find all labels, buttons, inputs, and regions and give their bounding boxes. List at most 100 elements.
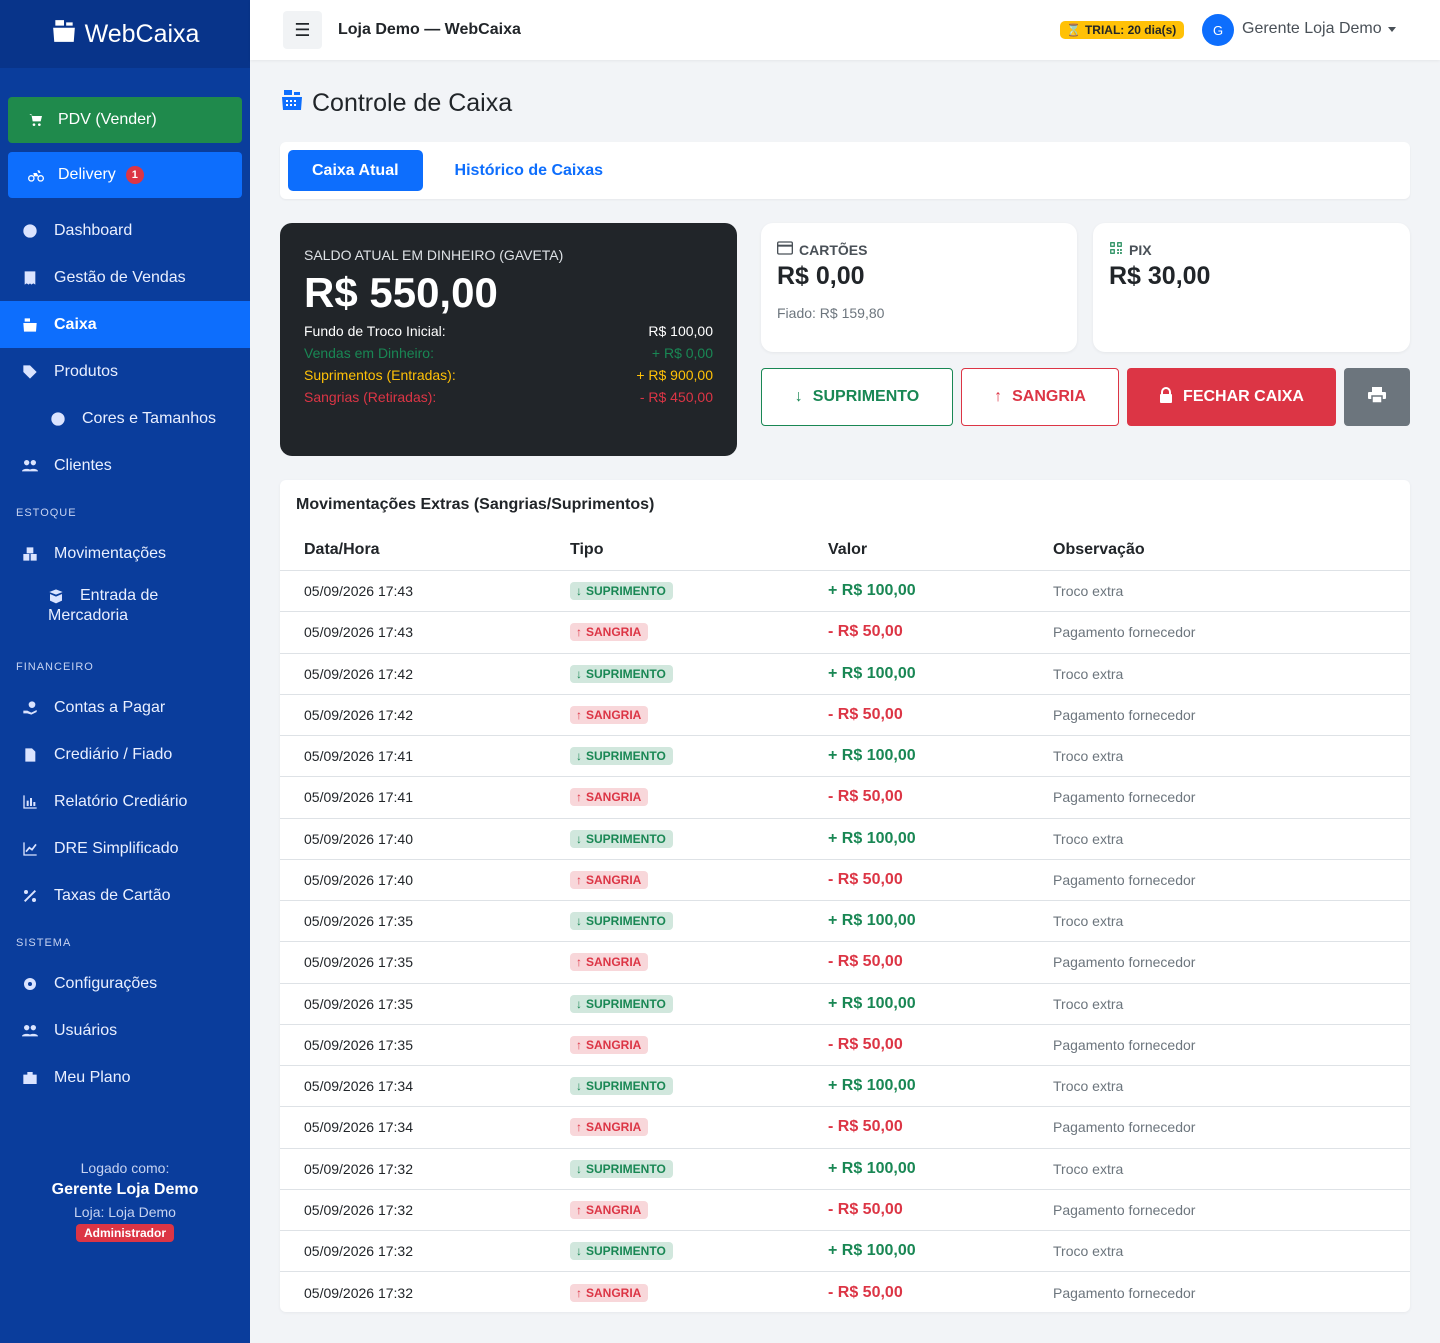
sidebar-item-clients[interactable]: Clientes (0, 442, 250, 489)
summary-row-value: - R$ 450,00 (639, 389, 713, 405)
summary-row-label: Suprimentos (Entradas): (304, 367, 456, 383)
avatar[interactable]: G (1202, 14, 1234, 46)
summary-row-fundo: Fundo de Troco Inicial: R$ 100,00 (304, 323, 713, 339)
cell-note: Troco extra (1053, 913, 1124, 930)
arrow-down-icon: ↓ (576, 1161, 582, 1176)
tab-caixa-atual[interactable]: Caixa Atual (288, 150, 423, 191)
receipt-icon (22, 270, 38, 286)
cell-type: ↑ SANGRIA (570, 1283, 828, 1302)
sidebar-item-settings[interactable]: Configurações (0, 960, 250, 1007)
motorcycle-icon (28, 167, 44, 183)
pdv-button[interactable]: PDV (Vender) (8, 97, 242, 143)
type-badge-label: SUPRIMENTO (586, 1244, 666, 1259)
summary-row-label: Fundo de Troco Inicial: (304, 323, 446, 339)
cell-value: - R$ 50,00 (828, 1118, 1053, 1136)
cards-label: CARTÕES (799, 241, 868, 258)
type-badge-label: SUPRIMENTO (586, 666, 666, 681)
movements-table-title: Movimentações Extras (Sangrias/Supriment… (296, 496, 655, 513)
sidebar-item-credit[interactable]: Crediário / Fiado (0, 731, 250, 778)
table-header: Data/Hora Tipo Valor Observação (280, 530, 1410, 571)
sidebar-item-movements[interactable]: Movimentações (0, 530, 250, 577)
value-text: - R$ 50,00 (828, 623, 903, 641)
trial-badge: ⌛ TRIAL: 20 dia(s) (1060, 21, 1185, 39)
sidebar-item-dre[interactable]: DRE Simplificado (0, 825, 250, 872)
cell-datetime: 05/09/2026 17:34 (304, 1078, 413, 1095)
col-header-note: Observação (1053, 541, 1145, 558)
type-badge: ↑ SANGRIA (570, 953, 649, 972)
movements-table-card: Movimentações Extras (Sangrias/Supriment… (280, 480, 1410, 1312)
cell-type: ↑ SANGRIA (570, 623, 828, 642)
sidebar-item-label: Dashboard (54, 221, 133, 239)
type-badge: ↓ SUPRIMENTO (570, 664, 673, 683)
brand[interactable]: WebCaixa (0, 0, 250, 68)
table-row: 05/09/2026 17:42 ↑ SANGRIA - R$ 50,00 Pagame… (280, 695, 1410, 736)
lock-icon (1159, 386, 1173, 408)
arrow-up-icon: ↑ (576, 1120, 582, 1135)
table-row: 05/09/2026 17:32 ↓ SUPRIMENTO + R$ 100,00 Tr… (280, 1231, 1410, 1273)
print-button[interactable] (1344, 368, 1410, 426)
user-menu-dropdown[interactable]: Gerente Loja Demo (1242, 20, 1396, 38)
sidebar-item-caixa[interactable]: Caixa (0, 301, 250, 348)
cell-value: - R$ 50,00 (828, 953, 1053, 971)
sidebar-item-sales[interactable]: Gestão de Vendas (0, 254, 250, 301)
page-title-text: Controle de Caixa (312, 89, 513, 117)
brand-name: WebCaixa (84, 19, 200, 48)
value-text: - R$ 50,00 (828, 1200, 903, 1218)
sidebar-item-users[interactable]: Usuários (0, 1007, 250, 1054)
table-row: 05/09/2026 17:35 ↓ SUPRIMENTO + R$ 100,00 Tr… (280, 984, 1410, 1025)
sidebar-item-credit-report[interactable]: Relatório Crediário (0, 778, 250, 825)
sidebar-item-colors-sizes[interactable]: Cores e Tamanhos (0, 395, 250, 442)
cell-note: Troco extra (1053, 583, 1124, 600)
menu-toggle-button[interactable]: ☰ (283, 11, 322, 49)
cell-datetime: 05/09/2026 17:35 (304, 1036, 413, 1053)
cell-type: ↑ SANGRIA (570, 870, 828, 889)
table-row: 05/09/2026 17:35 ↑ SANGRIA - R$ 50,00 Pagame… (280, 942, 1410, 984)
suprimento-button[interactable]: ↓ SUPRIMENTO (761, 368, 953, 426)
arrow-up-icon: ↑ (576, 872, 582, 887)
sidebar-item-dashboard[interactable]: Dashboard (0, 207, 250, 254)
type-badge: ↓ SUPRIMENTO (570, 747, 673, 766)
sidebar-item-label: Crediário / Fiado (54, 745, 173, 763)
cell-note: Troco extra (1053, 830, 1124, 847)
sidebar-item-plan[interactable]: Meu Plano (0, 1054, 250, 1101)
file-invoice-icon (22, 747, 38, 763)
fechar-caixa-button[interactable]: FECHAR CAIXA (1127, 368, 1336, 426)
role-badge: Administrador (75, 1224, 174, 1242)
pix-value: R$ 30,00 (1109, 262, 1211, 290)
arrow-up-icon: ↑ (576, 1285, 582, 1300)
type-badge: ↓ SUPRIMENTO (570, 582, 673, 601)
cell-note: Pagamento fornecedor (1053, 871, 1196, 888)
type-badge-label: SANGRIA (586, 872, 642, 887)
type-badge-label: SANGRIA (586, 1037, 642, 1052)
table-row: 05/09/2026 17:41 ↑ SANGRIA - R$ 50,00 Pagame… (280, 777, 1410, 819)
hamburger-icon: ☰ (294, 19, 311, 40)
value-text: + R$ 100,00 (828, 582, 916, 600)
sidebar-item-card-fees[interactable]: Taxas de Cartão (0, 872, 250, 919)
value-text: + R$ 100,00 (828, 664, 916, 682)
type-badge: ↓ SUPRIMENTO (570, 1242, 673, 1261)
line-chart-icon (22, 841, 38, 857)
sidebar: WebCaixa PDV (Vender) Delivery 1 Dashboa… (0, 0, 250, 1343)
cell-datetime: 05/09/2026 17:35 (304, 995, 413, 1012)
table-row: 05/09/2026 17:34 ↓ SUPRIMENTO + R$ 100,00 Tr… (280, 1066, 1410, 1108)
sidebar-item-goods-entry[interactable]: Entrada de Mercadoria (0, 577, 250, 643)
type-badge-label: SUPRIMENTO (586, 996, 666, 1011)
type-badge: ↓ SUPRIMENTO (570, 1159, 673, 1178)
cell-datetime: 05/09/2026 17:42 (304, 706, 413, 723)
section-financeiro: FINANCEIRO (16, 661, 94, 673)
delivery-button[interactable]: Delivery 1 (8, 152, 242, 198)
sidebar-item-label: Relatório Crediário (54, 792, 188, 810)
sidebar-item-products[interactable]: Produtos (0, 348, 250, 395)
sangria-button[interactable]: ↑ SANGRIA (961, 368, 1119, 426)
cell-datetime: 05/09/2026 17:32 (304, 1201, 413, 1218)
sidebar-item-label: Cores e Tamanhos (82, 409, 216, 427)
cell-type: ↓ SUPRIMENTO (570, 1159, 828, 1178)
type-badge: ↑ SANGRIA (570, 705, 649, 724)
table-row: 05/09/2026 17:42 ↓ SUPRIMENTO + R$ 100,00 Tr… (280, 654, 1410, 695)
type-badge: ↑ SANGRIA (570, 1200, 649, 1219)
gauge-icon (22, 223, 38, 239)
sidebar-item-payables[interactable]: Contas a Pagar (0, 684, 250, 731)
tab-historico-caixas[interactable]: Histórico de Caixas (431, 150, 628, 191)
table-body: 05/09/2026 17:43 ↓ SUPRIMENTO + R$ 100,00 Tr… (280, 571, 1410, 1314)
cash-balance-value: R$ 550,00 (304, 269, 498, 316)
